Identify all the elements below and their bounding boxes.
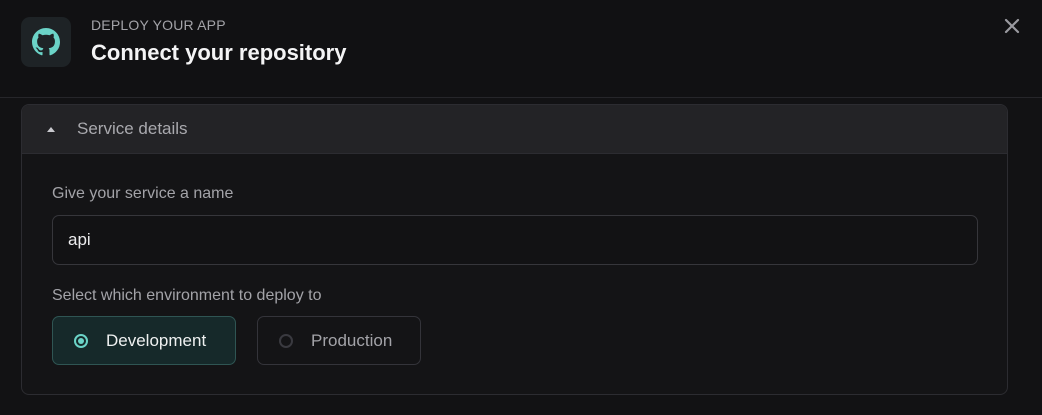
panel-title: Service details xyxy=(77,119,188,138)
service-name-input[interactable] xyxy=(52,215,978,265)
environment-option-label: Development xyxy=(106,330,207,350)
service-details-panel: Service details Give your service a name… xyxy=(21,104,1008,395)
radio-selected-icon xyxy=(74,333,88,348)
dialog-title: Connect your repository xyxy=(91,40,347,65)
dialog-eyebrow: DEPLOY YOUR APP xyxy=(91,17,226,33)
environment-option-label: Production xyxy=(311,330,393,350)
caret-up-icon xyxy=(47,126,55,132)
environment-label: Select which environment to deploy to xyxy=(52,287,322,304)
github-logo-tile xyxy=(21,17,71,67)
github-icon xyxy=(32,28,60,56)
environment-option-production[interactable]: Production xyxy=(257,316,421,365)
service-details-toggle[interactable]: Service details xyxy=(22,105,1007,154)
service-name-label: Give your service a name xyxy=(52,185,234,202)
radio-unselected-icon xyxy=(279,333,293,348)
close-icon xyxy=(1004,18,1020,34)
close-button[interactable] xyxy=(1000,14,1024,38)
environment-option-development[interactable]: Development xyxy=(52,316,236,365)
dialog-header: DEPLOY YOUR APP Connect your repository xyxy=(0,0,1042,98)
